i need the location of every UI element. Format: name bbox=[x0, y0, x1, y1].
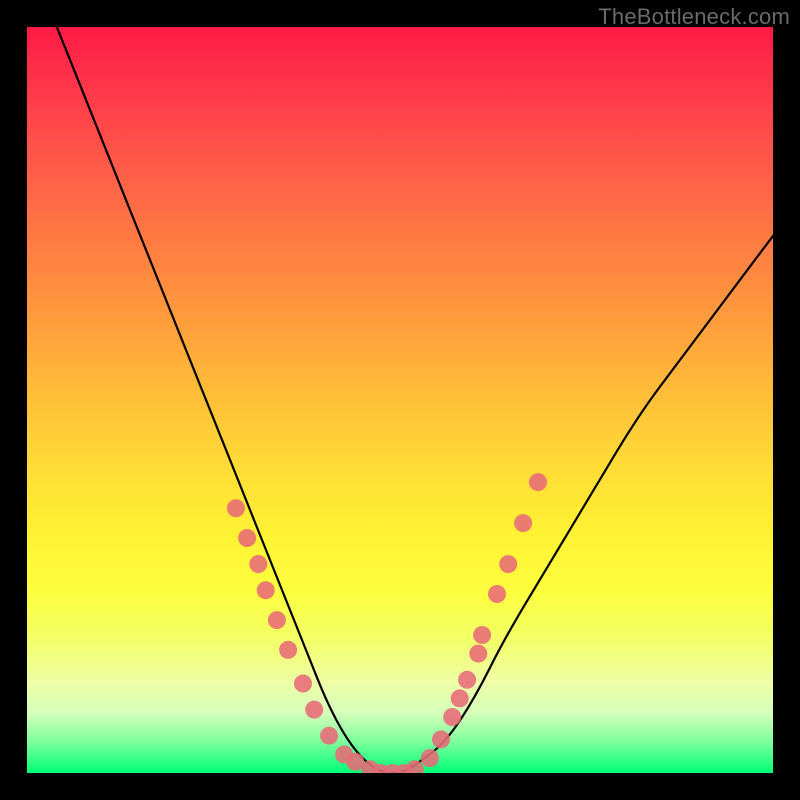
data-marker bbox=[421, 749, 439, 767]
data-marker bbox=[529, 473, 547, 491]
data-marker bbox=[488, 585, 506, 603]
data-marker bbox=[279, 641, 297, 659]
data-marker bbox=[238, 529, 256, 547]
data-marker bbox=[257, 581, 275, 599]
data-marker bbox=[469, 645, 487, 663]
data-marker bbox=[320, 727, 338, 745]
data-marker bbox=[473, 626, 491, 644]
data-marker bbox=[514, 514, 532, 532]
data-marker bbox=[451, 689, 469, 707]
data-marker bbox=[227, 499, 245, 517]
chart-svg bbox=[27, 27, 773, 773]
data-marker bbox=[406, 760, 424, 773]
bottleneck-curve bbox=[57, 27, 773, 773]
data-marker bbox=[249, 555, 267, 573]
data-marker bbox=[458, 671, 476, 689]
data-marker bbox=[305, 701, 323, 719]
chart-plot-area bbox=[27, 27, 773, 773]
data-marker bbox=[499, 555, 517, 573]
data-marker bbox=[443, 708, 461, 726]
data-marker bbox=[432, 730, 450, 748]
data-marker bbox=[294, 675, 312, 693]
data-marker bbox=[268, 611, 286, 629]
data-markers bbox=[227, 473, 547, 773]
